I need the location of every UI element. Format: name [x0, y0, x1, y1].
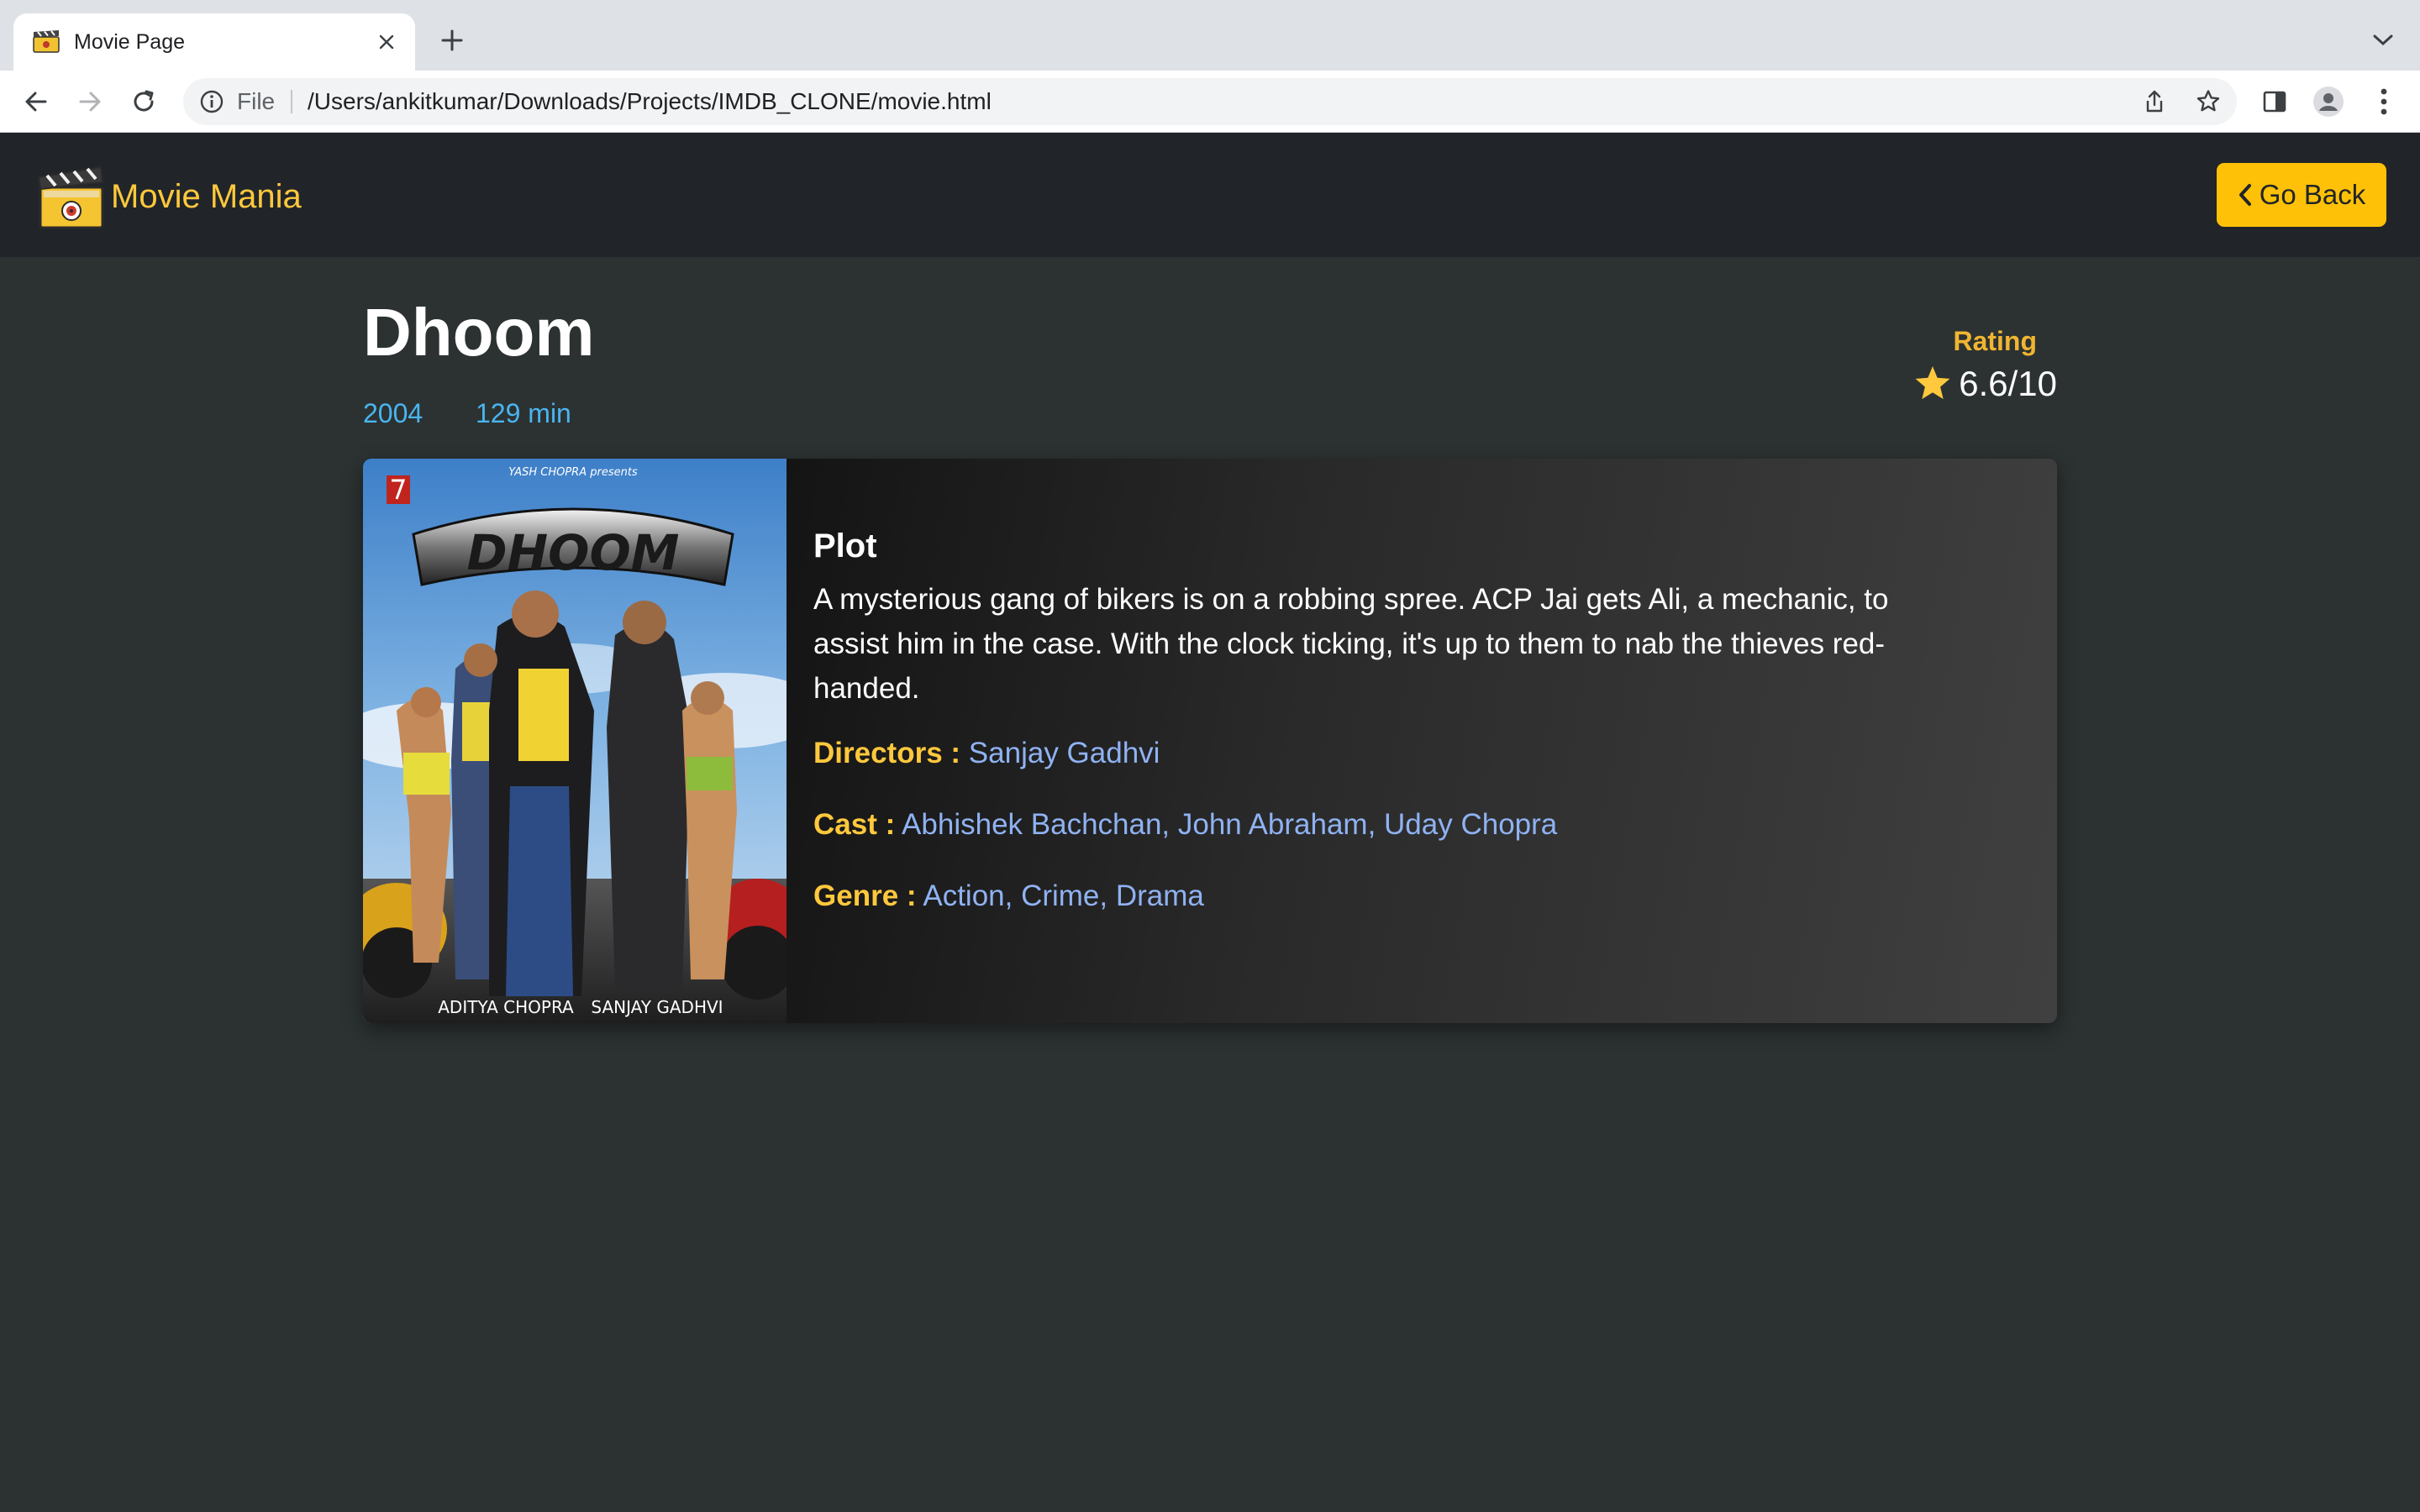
- browser-tab-strip: Movie Page: [0, 0, 2420, 71]
- movie-runtime: 129 min: [476, 398, 571, 428]
- new-tab-plus-icon[interactable]: [435, 24, 469, 57]
- info-icon[interactable]: [198, 88, 225, 115]
- close-tab-icon[interactable]: [373, 29, 400, 55]
- chevron-left-icon: [2238, 183, 2253, 207]
- movie-poster: DHOOM YASH CHOPRA presents ADITYA CHOPRA…: [363, 459, 786, 1023]
- rating-label: Rating: [1953, 326, 2037, 356]
- movie-details-card: DHOOM YASH CHOPRA presents ADITYA CHOPRA…: [363, 459, 2057, 1023]
- directors-label: Directors :: [813, 737, 961, 769]
- kebab-menu-icon[interactable]: [2368, 86, 2400, 118]
- tab-search-chevron-down-icon[interactable]: [2368, 25, 2398, 55]
- arrow-right-icon[interactable]: [72, 84, 108, 119]
- rating-value: 6.6/10: [1959, 364, 2057, 403]
- poster-title-text: DHOOM: [466, 524, 679, 581]
- genre-row: Genre : Action, Crime, Drama: [813, 875, 1906, 917]
- reload-icon[interactable]: [126, 84, 161, 119]
- site-navbar: Movie Mania Go Back: [0, 133, 2420, 257]
- poster-director-text: SANJAY GADHVI: [591, 997, 723, 1017]
- movie-title: Dhoom: [363, 295, 595, 370]
- go-back-button[interactable]: Go Back: [2217, 163, 2386, 227]
- plot-text: A mysterious gang of bikers is on a robb…: [813, 583, 1889, 705]
- url-text[interactable]: /Users/ankitkumar/Downloads/Projects/IMD…: [308, 78, 992, 125]
- cast-value: Abhishek Bachchan, John Abraham, Uday Ch…: [902, 808, 1558, 841]
- rating-value-row: 6.6/10: [1913, 363, 2057, 405]
- bookmark-star-icon[interactable]: [2195, 88, 2222, 115]
- poster-producer-text: ADITYA CHOPRA: [438, 997, 574, 1017]
- arrow-left-icon[interactable]: [18, 84, 54, 119]
- browser-toolbar: File /Users/ankitkumar/Downloads/Project…: [0, 71, 2420, 133]
- genre-value: Action, Crime, Drama: [923, 879, 1204, 912]
- address-bar[interactable]: File /Users/ankitkumar/Downloads/Project…: [183, 78, 2237, 125]
- cast-label: Cast :: [813, 808, 896, 841]
- brand-link[interactable]: Movie Mania: [35, 161, 302, 232]
- cast-row: Cast : Abhishek Bachchan, John Abraham, …: [813, 804, 1906, 846]
- share-icon[interactable]: [2141, 88, 2168, 115]
- movie-year: 2004: [363, 398, 424, 428]
- genre-label: Genre :: [813, 879, 917, 912]
- clapperboard-favicon-icon: [33, 30, 60, 53]
- go-back-label: Go Back: [2259, 179, 2366, 210]
- profile-icon[interactable]: [2312, 86, 2344, 118]
- side-panel-icon[interactable]: [2259, 86, 2291, 118]
- star-filled-icon: [1915, 366, 1950, 400]
- brand-name: Movie Mania: [111, 177, 302, 215]
- plot-heading: Plot: [813, 528, 877, 564]
- poster-presenter-text: YASH CHOPRA presents: [508, 466, 638, 479]
- omnibox-scheme-label: File: [237, 88, 276, 114]
- directors-value: Sanjay Gadhvi: [968, 737, 1160, 769]
- clapperboard-logo-icon: [37, 165, 104, 229]
- movie-details: Plot A mysterious gang of bikers is on a…: [813, 528, 1906, 947]
- omnibox-separator: [291, 90, 292, 113]
- tab-title: Movie Page: [74, 30, 186, 54]
- browser-tab-active[interactable]: Movie Page: [13, 13, 415, 71]
- directors-row: Directors : Sanjay Gadhvi: [813, 732, 1906, 774]
